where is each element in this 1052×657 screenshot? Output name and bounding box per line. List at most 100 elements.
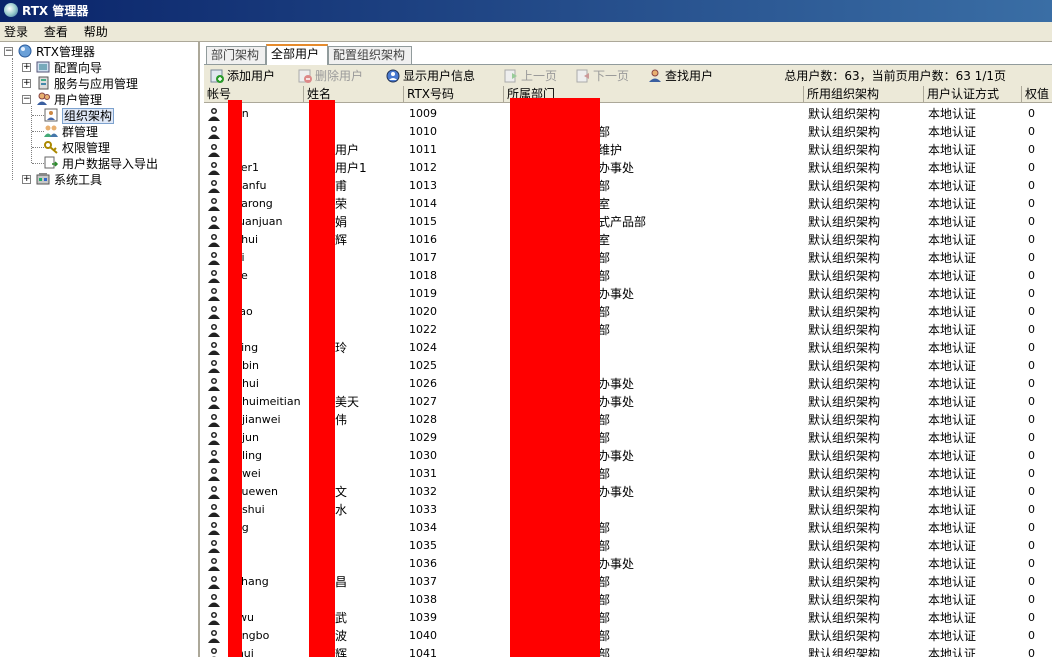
collapse-icon[interactable]: − [22, 95, 31, 104]
menu-view[interactable]: 查看 [40, 22, 72, 42]
services-icon [36, 76, 51, 90]
user-icon [208, 305, 220, 319]
tab-configure-org-structure[interactable]: 配置组织架构 [328, 46, 412, 64]
user-icon [208, 215, 220, 229]
department-cell: 办事处 [598, 287, 635, 301]
menu-login[interactable]: 登录 [0, 22, 32, 42]
weight-cell: 0 [1028, 611, 1035, 624]
column-header-weight[interactable]: 权值 [1022, 86, 1052, 103]
rtx-number-cell: 1034 [409, 521, 437, 534]
weight-cell: 0 [1028, 107, 1035, 120]
auth-method-cell: 本地认证 [928, 215, 977, 229]
org-structure-cell: 默认组织架构 [808, 539, 881, 553]
user-icon [208, 233, 220, 247]
next-page-button[interactable]: 下一页 [576, 65, 629, 87]
tree-item-permissions[interactable]: 权限管理 [44, 140, 110, 156]
user-icon [208, 125, 220, 139]
user-icon [208, 629, 220, 643]
column-header-org-structure[interactable]: 所用组织架构 [804, 86, 924, 103]
name-cell: 辉 [335, 647, 348, 657]
weight-cell: 0 [1028, 539, 1035, 552]
org-structure-cell: 默认组织架构 [808, 629, 881, 643]
user-info-icon [386, 68, 400, 83]
org-structure-cell: 默认组织架构 [808, 269, 881, 283]
weight-cell: 0 [1028, 359, 1035, 372]
tree-item-group-management[interactable]: 群管理 [44, 124, 98, 140]
tab-all-users[interactable]: 全部用户 [266, 44, 328, 65]
org-structure-cell: 默认组织架构 [808, 449, 881, 463]
show-user-info-button[interactable]: 显示用户信息 [386, 65, 475, 87]
rtx-app-icon [4, 3, 18, 17]
user-icon [208, 503, 220, 517]
auth-method-cell: 本地认证 [928, 143, 977, 157]
column-header-rtx-number[interactable]: RTX号码 [404, 86, 504, 103]
user-icon [208, 341, 220, 355]
org-structure-cell: 默认组织架构 [808, 377, 881, 391]
tree-item-import-export[interactable]: 用户数据导入导出 [44, 156, 158, 172]
name-cell: 用户1 [335, 161, 367, 175]
name-cell: 娟 [335, 215, 348, 229]
user-icon [208, 143, 220, 157]
tab-department-structure[interactable]: 部门架构 [206, 46, 266, 64]
org-structure-cell: 默认组织架构 [808, 413, 881, 427]
org-structure-cell: 默认组织架构 [808, 215, 881, 229]
auth-method-cell: 本地认证 [928, 575, 977, 589]
weight-cell: 0 [1028, 557, 1035, 570]
department-cell: 式产品部 [598, 215, 647, 229]
org-chart-icon [44, 108, 59, 122]
org-structure-cell: 默认组织架构 [808, 611, 881, 625]
rtx-number-cell: 1027 [409, 395, 437, 408]
rtx-globe-icon [18, 44, 33, 58]
expand-icon[interactable]: + [22, 63, 31, 72]
org-structure-cell: 默认组织架构 [808, 251, 881, 265]
name-cell: 昌 [335, 575, 348, 589]
weight-cell: 0 [1028, 413, 1035, 426]
rtx-number-cell: 1010 [409, 125, 437, 138]
menu-bar: 登录 查看 帮助 [0, 22, 1052, 42]
org-structure-cell: 默认组织架构 [808, 593, 881, 607]
auth-method-cell: 本地认证 [928, 611, 977, 625]
weight-cell: 0 [1028, 161, 1035, 174]
tree-item-org-structure[interactable]: 组织架构 [44, 108, 115, 124]
window-title: RTX 管理器 [22, 4, 89, 18]
auth-method-cell: 本地认证 [928, 629, 977, 643]
name-cell: 文 [335, 485, 348, 499]
weight-cell: 0 [1028, 143, 1035, 156]
weight-cell: 0 [1028, 521, 1035, 534]
org-structure-cell: 默认组织架构 [808, 485, 881, 499]
auth-method-cell: 本地认证 [928, 647, 977, 657]
name-cell: 武 [335, 611, 348, 625]
expand-icon[interactable]: + [22, 79, 31, 88]
expand-icon[interactable]: + [22, 175, 31, 184]
add-user-button[interactable]: 添加用户 [210, 65, 275, 87]
user-icon [208, 287, 220, 301]
auth-method-cell: 本地认证 [928, 323, 977, 337]
weight-cell: 0 [1028, 503, 1035, 516]
column-header-account[interactable]: 帐号 [204, 86, 304, 103]
weight-cell: 0 [1028, 593, 1035, 606]
delete-user-button[interactable]: 删除用户 [298, 65, 363, 87]
rtx-number-cell: 1030 [409, 449, 437, 462]
group-icon [44, 124, 59, 138]
name-cell: 玲 [335, 341, 348, 355]
weight-cell: 0 [1028, 305, 1035, 318]
auth-method-cell: 本地认证 [928, 179, 977, 193]
menu-help[interactable]: 帮助 [80, 22, 112, 42]
user-icon [208, 467, 220, 481]
collapse-icon[interactable]: − [4, 47, 13, 56]
rtx-number-cell: 1032 [409, 485, 437, 498]
prev-page-button[interactable]: 上一页 [504, 65, 557, 87]
column-header-auth-method[interactable]: 用户认证方式 [924, 86, 1022, 103]
org-structure-cell: 默认组织架构 [808, 323, 881, 337]
org-structure-cell: 默认组织架构 [808, 521, 881, 535]
find-user-button[interactable]: 查找用户 [648, 65, 713, 87]
org-structure-cell: 默认组织架构 [808, 359, 881, 373]
user-icon [208, 251, 220, 265]
auth-method-cell: 本地认证 [928, 449, 977, 463]
user-icon [208, 161, 220, 175]
weight-cell: 0 [1028, 215, 1035, 228]
user-icon [208, 323, 220, 337]
weight-cell: 0 [1028, 395, 1035, 408]
toolbar: 添加用户 删除用户 显示用户信息 上一页 下一页 查找用户 总用户数：63，当前… [204, 64, 1052, 86]
org-structure-cell: 默认组织架构 [808, 647, 881, 657]
